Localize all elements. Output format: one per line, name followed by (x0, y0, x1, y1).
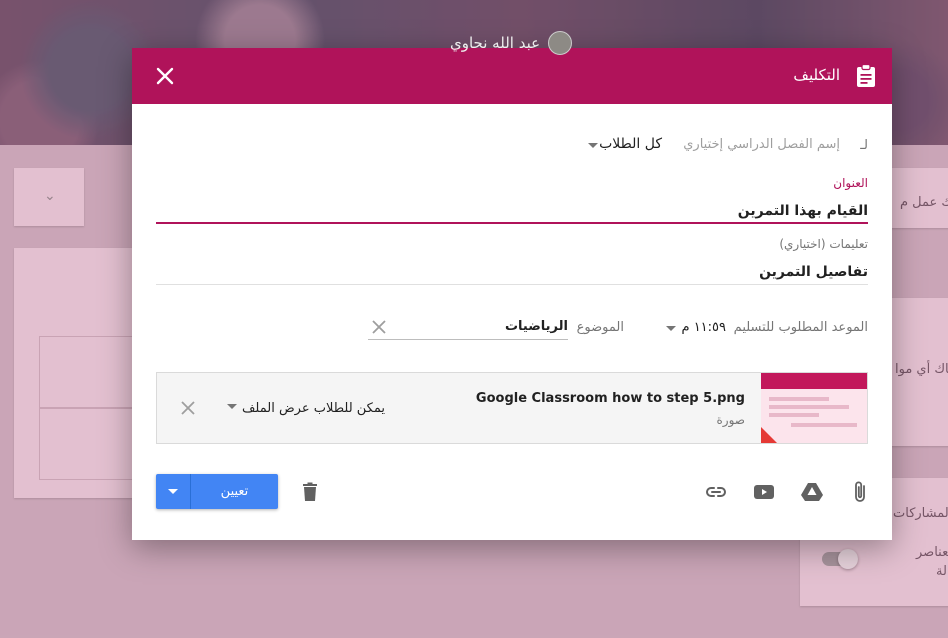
due-label: الموعد المطلوب للتسليم (733, 320, 868, 335)
share-permission-select[interactable]: يمكن للطلاب عرض الملف (242, 401, 385, 416)
chevron-down-icon[interactable] (168, 489, 178, 494)
for-label: لـ (860, 138, 868, 153)
title-label: العنوان (833, 176, 868, 190)
thumbnail-line (791, 423, 857, 427)
avatar (548, 31, 573, 55)
instructions-input[interactable]: تفاصيل التمرين (759, 264, 868, 280)
chevron-down-icon[interactable] (588, 143, 598, 148)
attachment-type: صورة (716, 413, 745, 427)
topic-label: الموضوع (576, 320, 624, 335)
thumbnail-line (769, 397, 829, 401)
instructions-label: تعليمات (اختياري) (779, 237, 868, 251)
owner-name: عبد الله نحاوي (450, 34, 541, 52)
thumbnail-header (761, 373, 867, 389)
remove-attachment-icon[interactable] (181, 401, 195, 415)
topic-input[interactable]: الرياضيات (505, 319, 568, 334)
attachment-name[interactable]: Google Classroom how to step 5.png (476, 391, 745, 406)
close-icon[interactable] (154, 65, 176, 87)
clear-topic-icon[interactable] (372, 320, 386, 334)
students-select[interactable]: كل الطلاب (599, 136, 662, 152)
clipboard-icon (857, 64, 875, 87)
chevron-down-icon[interactable] (227, 404, 237, 409)
attachment-thumbnail[interactable] (761, 373, 867, 443)
dialog-header: التكليف (132, 48, 892, 104)
youtube-icon[interactable] (752, 480, 776, 504)
thumbnail-corner (761, 427, 777, 443)
assign-button[interactable]: تعيين (156, 474, 278, 509)
trash-icon[interactable] (298, 480, 322, 504)
thumbnail-line (769, 405, 849, 409)
assignment-dialog: التكليف لـ إسم الفصل الدراسي إختياري كل … (132, 48, 892, 540)
assign-options-button[interactable] (156, 474, 191, 509)
link-icon[interactable] (704, 480, 728, 504)
attach-file-icon[interactable] (848, 480, 872, 504)
attachment-card[interactable]: Google Classroom how to step 5.png صورة … (156, 372, 868, 444)
dialog-title: التكليف (793, 66, 840, 84)
title-input[interactable]: القيام بهذا التمرين (738, 203, 868, 219)
assign-label[interactable]: تعيين (191, 474, 278, 509)
topic-underline (368, 339, 568, 340)
class-select[interactable]: إسم الفصل الدراسي إختياري (683, 137, 840, 152)
chevron-down-icon[interactable] (666, 326, 676, 331)
google-drive-icon[interactable] (800, 480, 824, 504)
instructions-underline (156, 284, 868, 285)
class-owner: عبد الله نحاوي (450, 31, 573, 55)
thumbnail-line (769, 413, 819, 417)
due-time-select[interactable]: ١١:٥٩ م (682, 320, 727, 335)
title-input-underline (156, 222, 868, 224)
